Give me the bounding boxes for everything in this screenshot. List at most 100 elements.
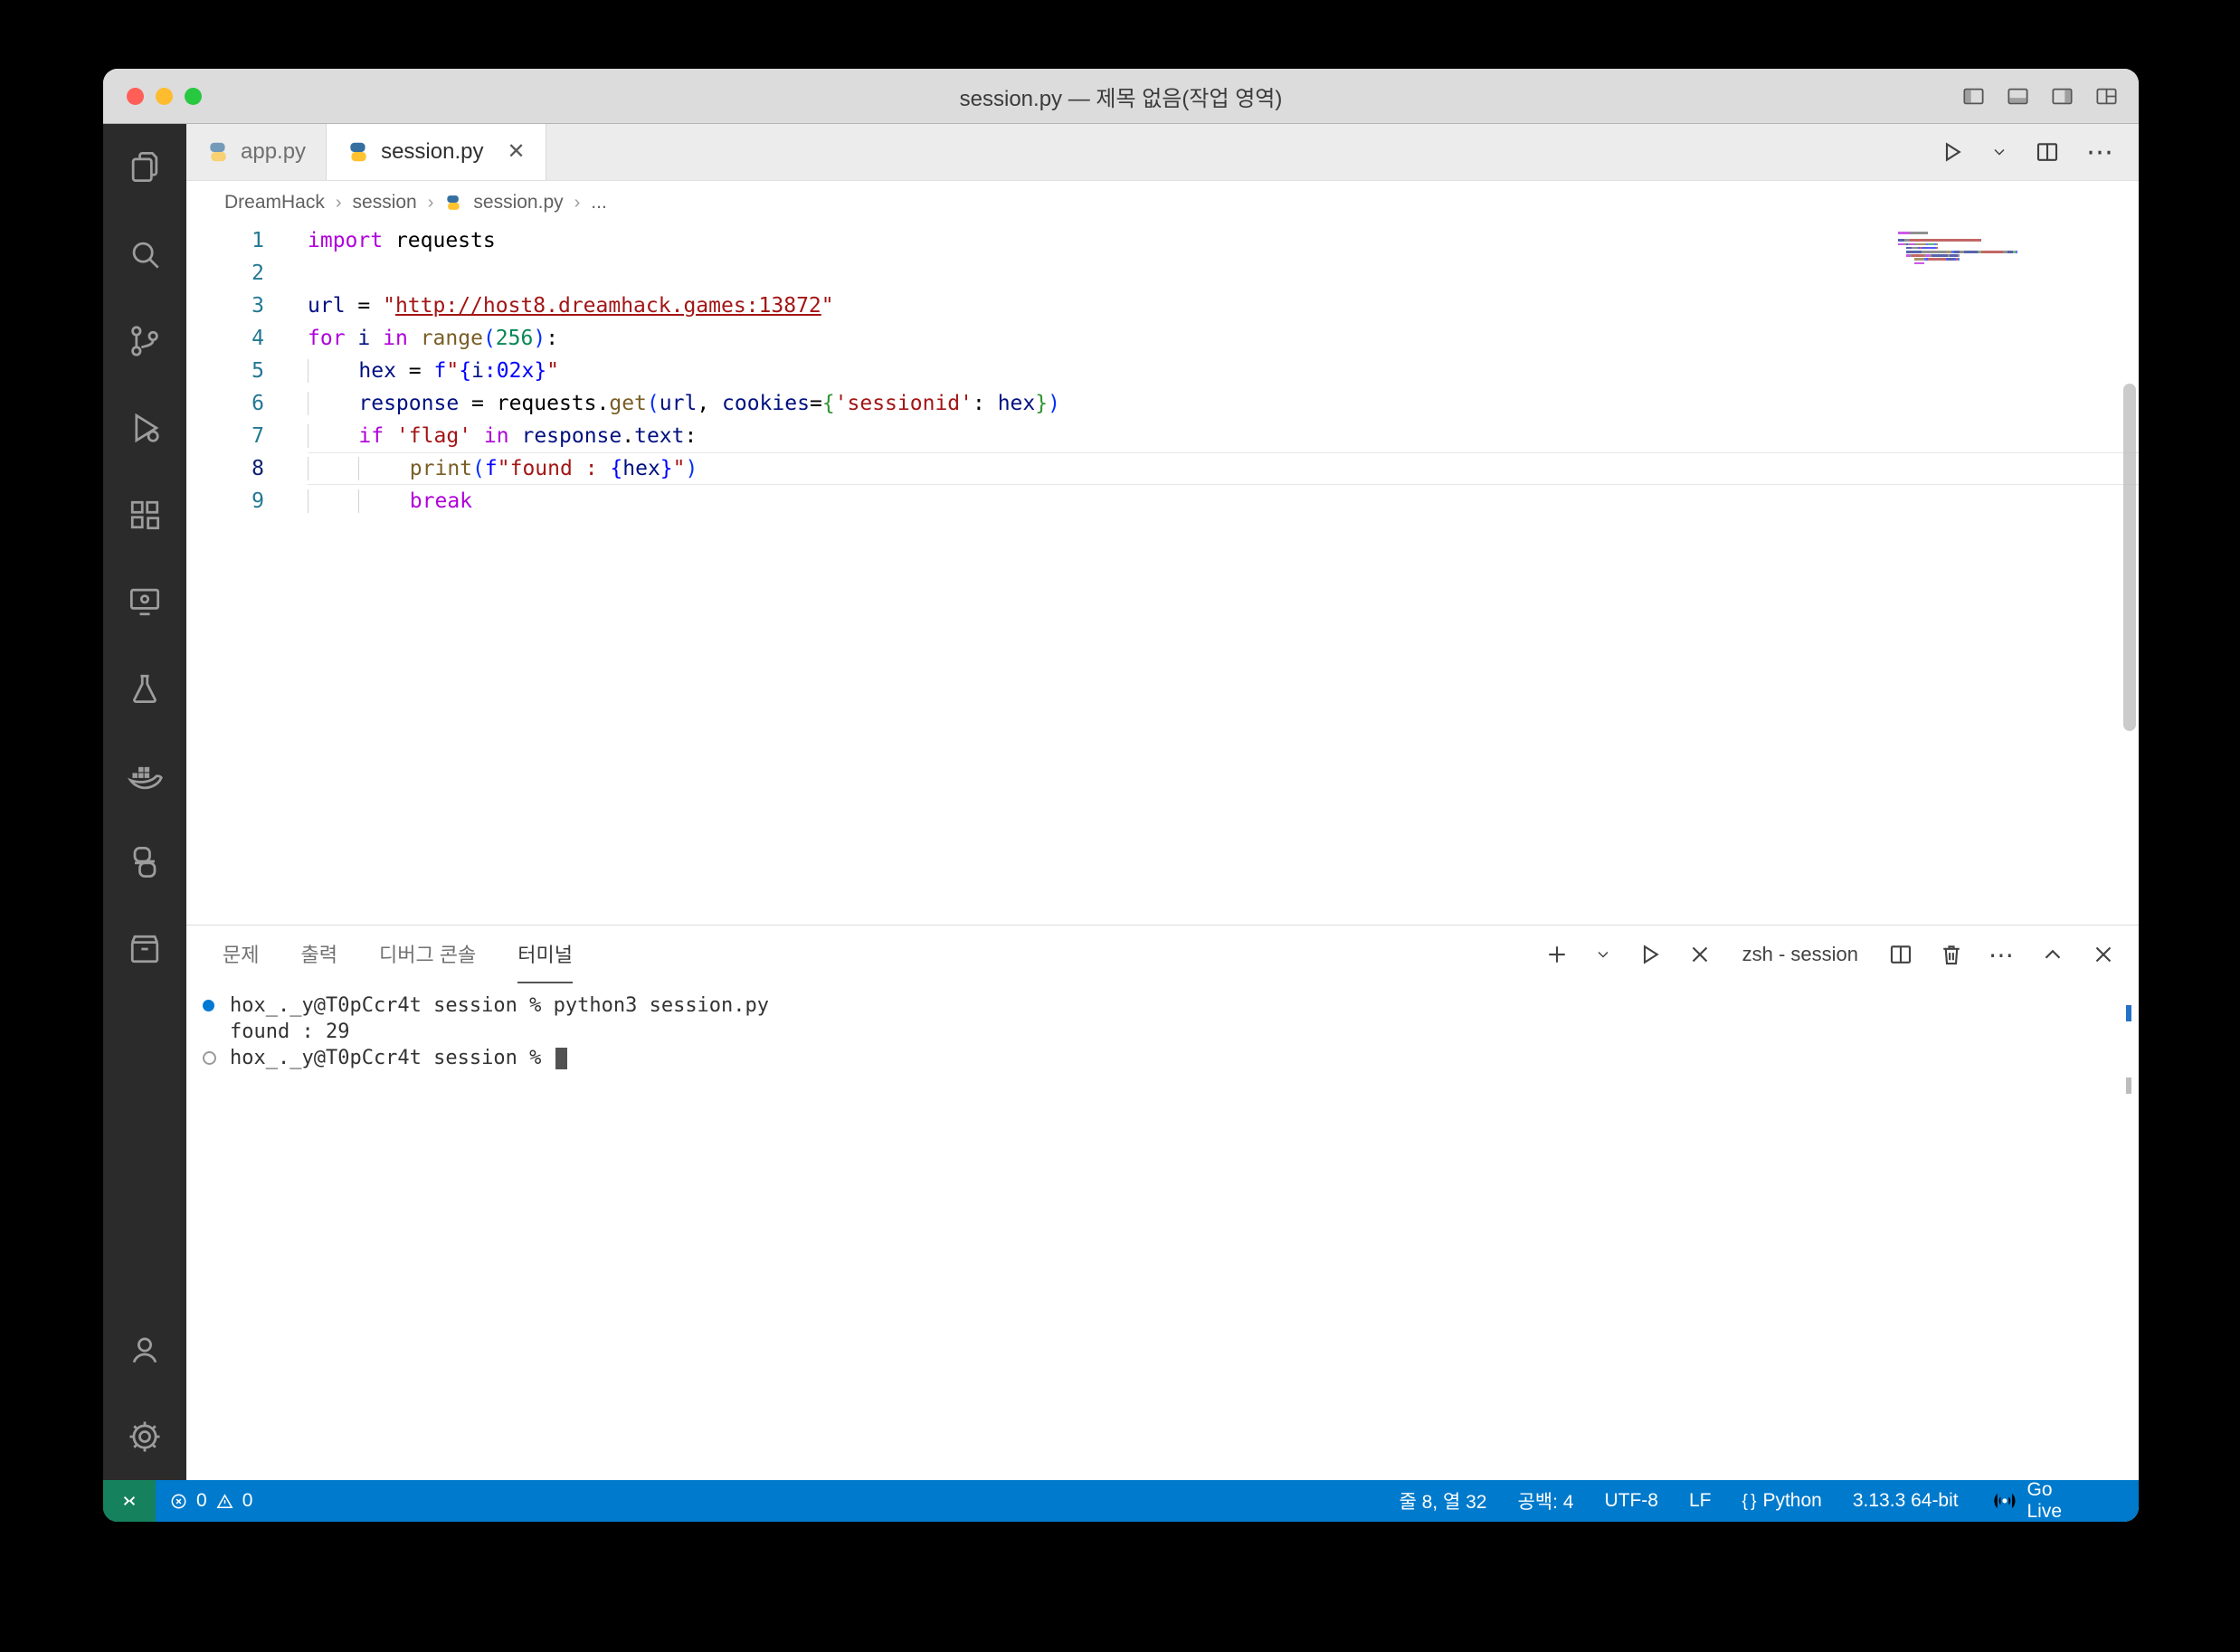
code-line[interactable]: 8 print(f"found : {hex}") — [186, 452, 2139, 485]
code-line[interactable]: 9 break — [186, 485, 2139, 517]
close-window-button[interactable] — [127, 87, 144, 105]
split-editor-icon[interactable] — [2034, 138, 2061, 166]
panel-tab-output[interactable]: 출력 — [300, 926, 337, 983]
minimap[interactable] — [1898, 232, 2017, 266]
remote-explorer-icon[interactable] — [103, 558, 186, 645]
panel-header: 문제 출력 디버그 콘솔 터미널 zsh - session ⋯ — [186, 926, 2139, 983]
python-file-icon — [447, 195, 460, 210]
code-line[interactable]: 7 if 'flag' in response.text: — [186, 420, 2139, 452]
status-bar: 0 0 줄 8, 열 32 공백: 4 UTF-8 LF Python 3.13… — [103, 1479, 2139, 1522]
run-task-icon[interactable] — [1636, 941, 1663, 968]
code-editor[interactable]: 1 import requests 2 3 url = "http://host8.dr… — [186, 224, 2139, 925]
line-number[interactable]: 4 — [186, 322, 308, 355]
close-tab-icon[interactable]: ✕ — [507, 141, 525, 163]
panel-more-actions-icon[interactable]: ⋯ — [1988, 940, 2016, 970]
tab-session-py[interactable]: session.py ✕ — [327, 124, 546, 180]
encoding-status[interactable]: UTF-8 — [1589, 1480, 1674, 1522]
indent-guide — [308, 457, 359, 480]
warning-icon — [216, 1493, 233, 1508]
warning-count: 0 — [242, 1490, 253, 1511]
code-line-text — [308, 257, 2139, 290]
line-number[interactable]: 7 — [186, 420, 308, 452]
remote-icon — [123, 1495, 136, 1506]
kill-terminal-trash-icon[interactable] — [1938, 941, 1965, 968]
terminal-overview-mark-command — [2126, 1005, 2131, 1021]
panel-tab-debug-console[interactable]: 디버그 콘솔 — [379, 926, 476, 983]
remote-indicator[interactable] — [103, 1480, 156, 1522]
more-actions-icon[interactable]: ⋯ — [2086, 137, 2115, 168]
go-live-status[interactable]: Go Live — [1974, 1479, 2077, 1522]
panel-tab-problems[interactable]: 문제 — [223, 926, 259, 983]
split-terminal-icon[interactable] — [1887, 941, 1914, 968]
line-number[interactable]: 5 — [186, 355, 308, 387]
code-line[interactable]: 6 response = requests.get(url, cookies={… — [186, 387, 2139, 420]
minimize-window-button[interactable] — [156, 87, 173, 105]
breadcrumb-item-folder[interactable]: session — [353, 192, 417, 214]
terminal-profile-chevron-icon[interactable] — [1594, 945, 1612, 964]
code-line-text: response = requests.get(url, cookies={'s… — [308, 387, 2139, 420]
tab-label: session.py — [381, 139, 484, 164]
settings-gear-icon[interactable] — [103, 1393, 186, 1480]
tab-app-py[interactable]: app.py — [186, 124, 327, 180]
code-line[interactable]: 5 hex = f"{i:02x}" — [186, 355, 2139, 387]
run-debug-icon[interactable] — [103, 385, 186, 471]
clear-terminal-icon[interactable] — [1686, 941, 1713, 968]
line-number[interactable]: 9 — [186, 485, 308, 517]
indent-guide — [308, 359, 359, 383]
line-number[interactable]: 2 — [186, 257, 308, 290]
line-number[interactable]: 8 — [186, 452, 308, 485]
python-interpreter-status[interactable]: 3.13.3 64-bit — [1837, 1480, 1974, 1522]
indent-guide — [308, 424, 359, 448]
code-line[interactable]: 4 for i in range(256): — [186, 322, 2139, 355]
zoom-window-button[interactable] — [185, 87, 202, 105]
feedback-status[interactable] — [2077, 1480, 2108, 1522]
url-link[interactable]: http://host8.dreamhack.games:13872 — [395, 294, 821, 318]
panel-tab-terminal[interactable]: 터미널 — [517, 926, 574, 983]
toggle-primary-sidebar-icon[interactable] — [1961, 84, 1986, 109]
line-number[interactable]: 6 — [186, 387, 308, 420]
code-line[interactable]: 1 import requests — [186, 224, 2139, 257]
code-line-text: print(f"found : {hex}") — [308, 452, 2139, 485]
breadcrumb-item-more[interactable]: ... — [591, 192, 607, 214]
account-icon[interactable] — [103, 1306, 186, 1393]
testing-flask-icon[interactable] — [103, 645, 186, 732]
source-control-icon[interactable] — [103, 298, 186, 385]
vscode-window: session.py — 제목 없음(작업 영역) app.py session… — [103, 69, 2139, 1522]
terminal-session-label[interactable]: zsh - session — [1742, 943, 1858, 966]
indent-guide — [358, 457, 410, 480]
containers-box-icon[interactable] — [103, 906, 186, 992]
code-line[interactable]: 3 url = "http://host8.dreamhack.games:138… — [186, 290, 2139, 322]
cursor-position-status[interactable]: 줄 8, 열 32 — [1383, 1480, 1502, 1522]
indentation-status[interactable]: 공백: 4 — [1502, 1480, 1589, 1522]
code-line[interactable]: 2 — [186, 257, 2139, 290]
line-number[interactable]: 3 — [186, 290, 308, 322]
maximize-panel-chevron-icon[interactable] — [2039, 941, 2066, 968]
indent-guide — [358, 489, 410, 513]
toggle-panel-icon[interactable] — [2006, 84, 2030, 109]
extensions-icon[interactable] — [103, 471, 186, 558]
terminal-command-decoration-icon[interactable] — [203, 1051, 216, 1065]
explorer-icon[interactable] — [103, 124, 186, 211]
close-panel-icon[interactable] — [2090, 941, 2117, 968]
eol-status[interactable]: LF — [1674, 1480, 1727, 1522]
python-icon[interactable] — [103, 819, 186, 906]
run-file-icon[interactable] — [1938, 138, 1965, 166]
run-dropdown-chevron-icon[interactable] — [1990, 143, 2008, 161]
breadcrumb: DreamHack › session › session.py › ... — [186, 181, 2139, 224]
terminal-text: hox_._y@T0pCcr4t session % — [230, 1047, 554, 1069]
terminal[interactable]: hox_._y@T0pCcr4t session % python3 sessi… — [186, 983, 2139, 1480]
terminal-command-decoration-icon[interactable] — [203, 1000, 214, 1011]
editor-scrollbar-thumb[interactable] — [2123, 384, 2136, 731]
customize-layout-icon[interactable] — [2094, 84, 2119, 109]
notifications-status[interactable] — [2108, 1480, 2139, 1522]
breadcrumb-item-file[interactable]: session.py — [473, 192, 563, 214]
search-icon[interactable] — [103, 211, 186, 298]
new-terminal-icon[interactable] — [1543, 941, 1571, 968]
docker-icon[interactable] — [103, 732, 186, 819]
line-number[interactable]: 1 — [186, 224, 308, 257]
language-mode-status[interactable]: Python — [1726, 1480, 1837, 1522]
toggle-secondary-sidebar-icon[interactable] — [2050, 84, 2074, 109]
breadcrumb-item-folder[interactable]: DreamHack — [224, 192, 325, 214]
code-line-text: hex = f"{i:02x}" — [308, 355, 2139, 387]
problems-status[interactable]: 0 0 — [156, 1480, 265, 1522]
